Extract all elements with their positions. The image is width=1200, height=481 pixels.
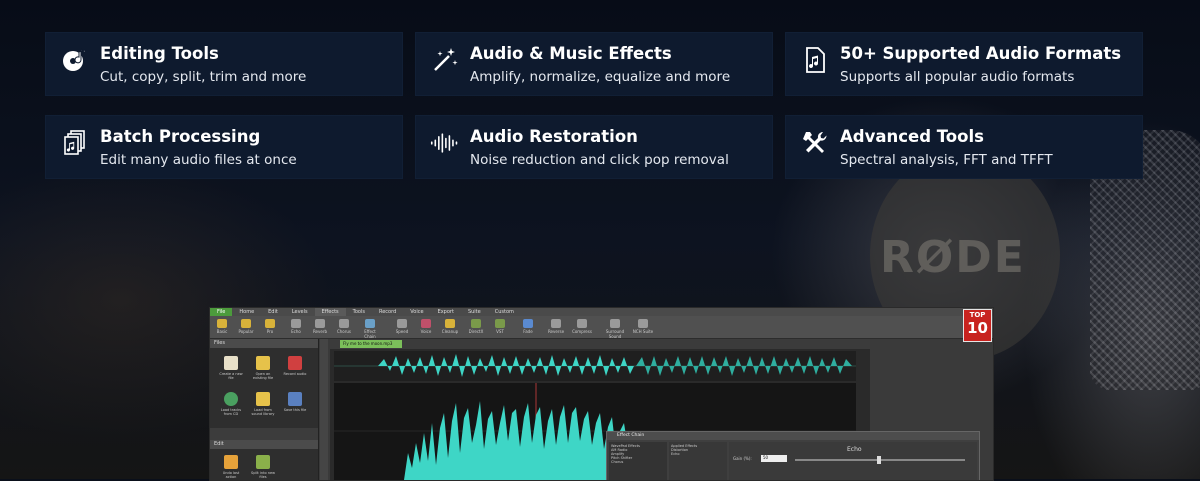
feature-title: 50+ Supported Audio Formats <box>840 44 1122 63</box>
file-tab-row: Fly me to the moon.mp3 <box>330 339 870 349</box>
stacked-files-icon <box>60 128 90 158</box>
undo-button[interactable]: Undo last action <box>218 453 244 480</box>
feature-description: Amplify, normalize, equalize and more <box>470 69 731 85</box>
list-item[interactable]: Chorus <box>611 460 665 464</box>
ribbon-effect-chain[interactable]: Effect Chain <box>359 318 381 339</box>
magic-wand-icon <box>430 45 460 75</box>
waveform-icon <box>430 128 460 158</box>
gain-input[interactable]: 50 <box>761 455 787 462</box>
feature-card-audio-formats: 50+ Supported Audio Formats Supports all… <box>785 32 1143 96</box>
gain-slider-handle[interactable] <box>877 456 881 464</box>
ribbon-voice[interactable]: Voice <box>415 318 437 338</box>
effect-chain-dialog: Effect Chain WavePad Effects AM Radio Am… <box>606 431 980 480</box>
ribbon-vst[interactable]: VST <box>489 318 511 338</box>
feature-title: Batch Processing <box>100 127 261 146</box>
applied-effects-list[interactable]: Applied Effects Distortion Echo <box>669 442 727 480</box>
menu-item-levels[interactable]: Levels <box>285 308 315 316</box>
feature-title: Editing Tools <box>100 44 219 63</box>
feature-description: Cut, copy, split, trim and more <box>100 69 307 85</box>
ribbon-directx[interactable]: DirectX <box>465 318 487 338</box>
feature-description: Spectral analysis, FFT and TFFT <box>840 152 1053 168</box>
record-audio-button[interactable]: Record audio <box>282 354 308 384</box>
menu-item-export[interactable]: Export <box>431 308 461 316</box>
load-cd-button[interactable]: Load tracks from CD <box>218 390 244 420</box>
panel-scrollbar[interactable] <box>320 339 328 480</box>
menu-item-suite[interactable]: Suite <box>461 308 488 316</box>
overview-waveform[interactable] <box>334 351 856 381</box>
menu-item-tools[interactable]: Tools <box>346 308 372 316</box>
ribbon-surround-sound[interactable]: Surround Sound <box>600 318 630 339</box>
edit-panel-header: Edit <box>210 440 318 449</box>
feature-card-advanced-tools: Advanced Tools Spectral analysis, FFT an… <box>785 115 1143 179</box>
split-files-button[interactable]: Split into new files <box>250 453 276 480</box>
files-panel: Files Create a new file Open an existing… <box>210 339 319 480</box>
ribbon-compress[interactable]: Compress <box>571 318 593 338</box>
feature-card-editing-tools: Editing Tools Cut, copy, split, trim and… <box>45 32 403 96</box>
app-screenshot: File Home Edit Levels Effects Tools Record Voic… <box>209 307 994 481</box>
menu-item-custom[interactable]: Custom <box>488 308 521 316</box>
files-panel-header: Files <box>210 339 318 348</box>
effects-list[interactable]: WavePad Effects AM Radio Amplify Pitch S… <box>609 442 667 480</box>
sound-library-button[interactable]: Load from sound library <box>250 390 276 420</box>
app-menubar: File Home Edit Levels Effects Tools Record Voic… <box>210 308 993 316</box>
top10-badge: TOP 10 <box>963 309 992 342</box>
feature-title: Audio Restoration <box>470 127 638 146</box>
dialog-title: Effect Chain <box>607 432 979 440</box>
feature-description: Edit many audio files at once <box>100 152 297 168</box>
app-ribbon: Basic Popular Pro Echo Reverb Chorus Eff… <box>210 316 993 339</box>
audio-file-icon <box>800 45 830 75</box>
feature-card-audio-effects: Audio & Music Effects Amplify, normalize… <box>415 32 773 96</box>
feature-title: Advanced Tools <box>840 127 984 146</box>
ribbon-speed[interactable]: Speed <box>391 318 413 338</box>
list-item[interactable]: Echo <box>671 452 725 456</box>
microphone-logo: RØDE <box>880 232 1026 283</box>
effect-settings: Echo Gain (%): 50 <box>729 442 977 480</box>
tools-icon <box>800 128 830 158</box>
tab-file[interactable]: Fly me to the moon.mp3 <box>340 340 402 348</box>
ribbon-chorus[interactable]: Chorus <box>333 318 355 338</box>
menu-item-voice[interactable]: Voice <box>403 308 430 316</box>
ribbon-fade[interactable]: Fade <box>517 318 539 338</box>
menu-item-record[interactable]: Record <box>372 308 403 316</box>
badge-number: 10 <box>967 319 988 337</box>
disc-music-icon <box>60 45 90 75</box>
feature-description: Supports all popular audio formats <box>840 69 1075 85</box>
ribbon-echo[interactable]: Echo <box>285 318 307 338</box>
feature-title: Audio & Music Effects <box>470 44 672 63</box>
feature-card-audio-restoration: Audio Restoration Noise reduction and cl… <box>415 115 773 179</box>
menu-item-effects[interactable]: Effects <box>314 308 346 316</box>
feature-description: Noise reduction and click pop removal <box>470 152 729 168</box>
ribbon-reverb[interactable]: Reverb <box>309 318 331 338</box>
gain-label: Gain (%): <box>733 456 752 461</box>
ribbon-reverse[interactable]: Reverse <box>545 318 567 338</box>
menu-item-file[interactable]: File <box>210 308 233 316</box>
menu-item-home[interactable]: Home <box>232 308 261 316</box>
open-file-button[interactable]: Open an existing file <box>250 354 276 384</box>
create-file-button[interactable]: Create a new file <box>218 354 244 384</box>
menu-item-edit[interactable]: Edit <box>261 308 285 316</box>
ribbon-popular[interactable]: Popular <box>235 318 257 338</box>
ribbon-nch-suite[interactable]: NCH Suite <box>632 318 654 338</box>
ribbon-cleanup[interactable]: Cleanup <box>439 318 461 338</box>
save-file-button[interactable]: Save this file <box>282 390 308 420</box>
ribbon-basic[interactable]: Basic <box>211 318 233 338</box>
effect-name: Echo <box>847 446 862 453</box>
feature-card-batch-processing: Batch Processing Edit many audio files a… <box>45 115 403 179</box>
ribbon-pro[interactable]: Pro <box>259 318 281 338</box>
